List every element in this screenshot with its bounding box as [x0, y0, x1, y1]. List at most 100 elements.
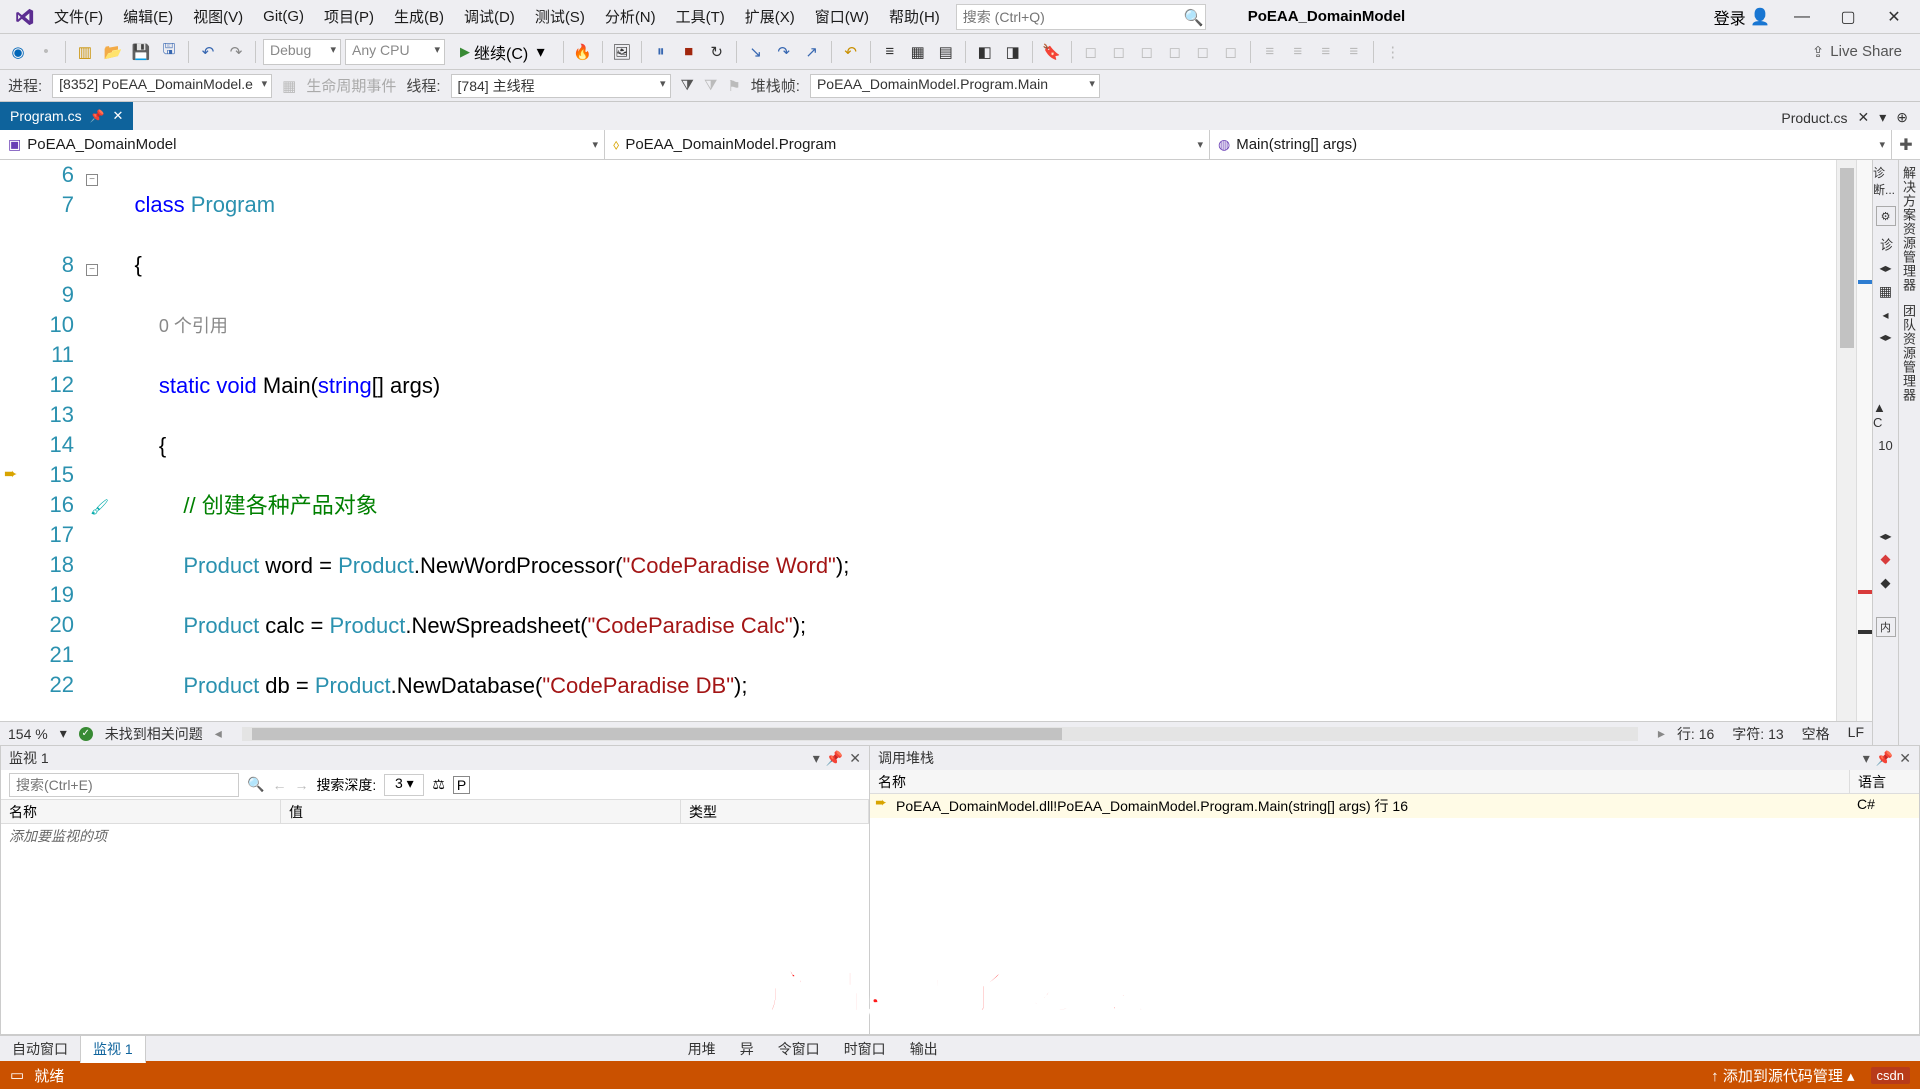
tb-g4-icon[interactable]: ◻ [1163, 40, 1187, 64]
pin-icon[interactable]: 📌 [90, 109, 105, 123]
filter-icon[interactable]: ⧩ [681, 77, 694, 94]
btab-cs2[interactable]: 令窗口 [766, 1036, 832, 1062]
btab-watch1[interactable]: 监视 1 [80, 1035, 146, 1063]
btab-cs0[interactable]: 用堆 [676, 1036, 728, 1062]
overview-ruler[interactable] [1856, 160, 1872, 721]
nav-project[interactable]: ▣PoEAA_DomainModel [0, 130, 605, 159]
cs-pin-icon[interactable]: 📌 [1876, 750, 1893, 767]
menu-view[interactable]: 视图(V) [183, 2, 253, 31]
tb-g3-icon[interactable]: ◻ [1135, 40, 1159, 64]
menu-project[interactable]: 项目(P) [314, 2, 384, 31]
tb-g5-icon[interactable]: ◻ [1191, 40, 1215, 64]
new-item-icon[interactable]: ▥ [73, 40, 97, 64]
nav-split-icon[interactable]: ✚ [1892, 130, 1920, 159]
code-editor[interactable]: ➨ 67 8910111213141516171819202122 − − 🖌 … [0, 160, 1872, 745]
minimize-button[interactable]: — [1788, 3, 1816, 31]
maximize-button[interactable]: ▢ [1834, 3, 1862, 31]
cs-col-name[interactable]: 名称 [870, 770, 1849, 793]
cs-frame-row[interactable]: ➨ PoEAA_DomainModel.dll!PoEAA_DomainMode… [870, 794, 1919, 818]
config-combo[interactable]: Debug [263, 39, 341, 65]
menu-window[interactable]: 窗口(W) [805, 2, 879, 31]
quick-action-icon[interactable]: 🖌 [90, 499, 109, 516]
undo-icon[interactable]: ↶ [196, 40, 220, 64]
issues-text[interactable]: 未找到相关问题 [105, 724, 203, 744]
lifecycle-icon[interactable]: ▦ [282, 77, 296, 95]
mem-vtab[interactable]: 内 [1876, 617, 1896, 637]
watch-pin-icon[interactable]: 📌 [826, 750, 843, 767]
btab-cs1[interactable]: 异 [728, 1036, 766, 1062]
btab-autos[interactable]: 自动窗口 [0, 1036, 80, 1062]
diag-vtab[interactable]: 诊 [1876, 238, 1895, 253]
horizontal-scrollbar[interactable] [242, 727, 1638, 741]
search-icon[interactable]: 🔍 [1184, 8, 1204, 28]
tb-i1-icon[interactable]: ⋮ [1381, 40, 1405, 64]
cs-dropdown-icon[interactable]: ▾ [1863, 750, 1870, 767]
redo-icon[interactable]: ↷ [224, 40, 248, 64]
watch-col-value[interactable]: 值 [281, 800, 681, 823]
restart-icon[interactable]: ↻ [705, 40, 729, 64]
open-icon[interactable]: 📂 [101, 40, 125, 64]
undo-step-icon[interactable]: ↶ [839, 40, 863, 64]
zoom-combo[interactable]: 154 % [8, 726, 48, 742]
tab-close-inactive-icon[interactable]: ✕ [1858, 109, 1870, 126]
menu-analyze[interactable]: 分析(N) [595, 2, 666, 31]
watch-back-icon[interactable]: ← [272, 777, 286, 793]
menu-file[interactable]: 文件(F) [44, 2, 113, 31]
watch-fwd-icon[interactable]: → [294, 777, 308, 793]
menu-git[interactable]: Git(G) [253, 4, 314, 29]
hot-reload-icon[interactable]: 🔥 [571, 40, 595, 64]
stop-icon[interactable]: ■ [677, 40, 701, 64]
tb-h1-icon[interactable]: ≡ [1258, 40, 1282, 64]
close-tab-icon[interactable]: ✕ [113, 108, 124, 124]
pause-icon[interactable]: ⏸ [649, 40, 673, 64]
watch-close-icon[interactable]: ✕ [849, 750, 861, 767]
add-source-control[interactable]: ↑ 添加到源代码管理 ▴ [1711, 1065, 1854, 1086]
nav-back-icon[interactable]: ◉ [6, 40, 30, 64]
btab-cs3[interactable]: 时窗口 [832, 1036, 898, 1062]
watch-add-row[interactable]: 添加要监视的项 [1, 824, 869, 848]
tb-a-icon[interactable]: ≡ [878, 40, 902, 64]
continue-button[interactable]: ▶继续(C) ▾ [449, 37, 556, 67]
btab-cs4[interactable]: 输出 [898, 1036, 950, 1062]
tb-g1-icon[interactable]: ◻ [1079, 40, 1103, 64]
watch-opt2-icon[interactable]: P [453, 776, 470, 794]
tb-h4-icon[interactable]: ≡ [1342, 40, 1366, 64]
filter2-icon[interactable]: ⧩ [704, 77, 717, 94]
tb-c-icon[interactable]: ▤ [934, 40, 958, 64]
watch-col-type[interactable]: 类型 [681, 800, 869, 823]
flag-icon[interactable]: ⚑ [727, 77, 740, 95]
tab-product-cs[interactable]: Product.cs [1781, 110, 1847, 126]
tb-h2-icon[interactable]: ≡ [1286, 40, 1310, 64]
tb-d-icon[interactable]: ◧ [973, 40, 997, 64]
nav-fwd-icon[interactable]: • [34, 40, 58, 64]
team-explorer-vtab[interactable]: 团队资源管理器 [1899, 304, 1918, 402]
menu-edit[interactable]: 编辑(E) [113, 2, 183, 31]
stackframe-combo[interactable]: PoEAA_DomainModel.Program.Main [810, 74, 1100, 98]
vertical-scrollbar[interactable] [1836, 160, 1856, 721]
solution-explorer-vtab[interactable]: 解决方案资源管理器 [1899, 166, 1918, 292]
nav-member[interactable]: ◍Main(string[] args) [1210, 130, 1892, 159]
save-icon[interactable]: 💾 [129, 40, 153, 64]
save-all-icon[interactable]: 🖫 [157, 40, 181, 64]
indent-mode[interactable]: 空格 [1802, 724, 1830, 744]
menu-tools[interactable]: 工具(T) [666, 2, 735, 31]
screenshot-icon[interactable]: 🖼 [610, 40, 634, 64]
process-combo[interactable]: [8352] PoEAA_DomainModel.e [52, 74, 272, 98]
search-go-icon[interactable]: 🔍 [247, 776, 264, 793]
diag-tab-label[interactable]: 诊断... [1873, 164, 1898, 198]
breakpoint-margin[interactable]: ➨ [0, 160, 26, 721]
nav-class[interactable]: ⬨PoEAA_DomainModel.Program [605, 130, 1210, 159]
live-share-button[interactable]: ⇪Live Share [1812, 43, 1914, 61]
close-button[interactable]: ✕ [1880, 3, 1908, 31]
step-into-icon[interactable]: ↘ [744, 40, 768, 64]
watch-col-name[interactable]: 名称 [1, 800, 281, 823]
menu-extensions[interactable]: 扩展(X) [735, 2, 805, 31]
global-search-input[interactable] [956, 4, 1206, 30]
menu-build[interactable]: 生成(B) [384, 2, 454, 31]
tab-program-cs[interactable]: Program.cs 📌 ✕ [0, 102, 133, 130]
step-over-icon[interactable]: ↷ [772, 40, 796, 64]
code-text[interactable]: class Program { 0 个引用 static void Main(s… [110, 160, 1836, 721]
tab-overflow-icon[interactable]: ⊕ [1896, 109, 1908, 126]
tb-e-icon[interactable]: ◨ [1001, 40, 1025, 64]
platform-combo[interactable]: Any CPU [345, 39, 445, 65]
